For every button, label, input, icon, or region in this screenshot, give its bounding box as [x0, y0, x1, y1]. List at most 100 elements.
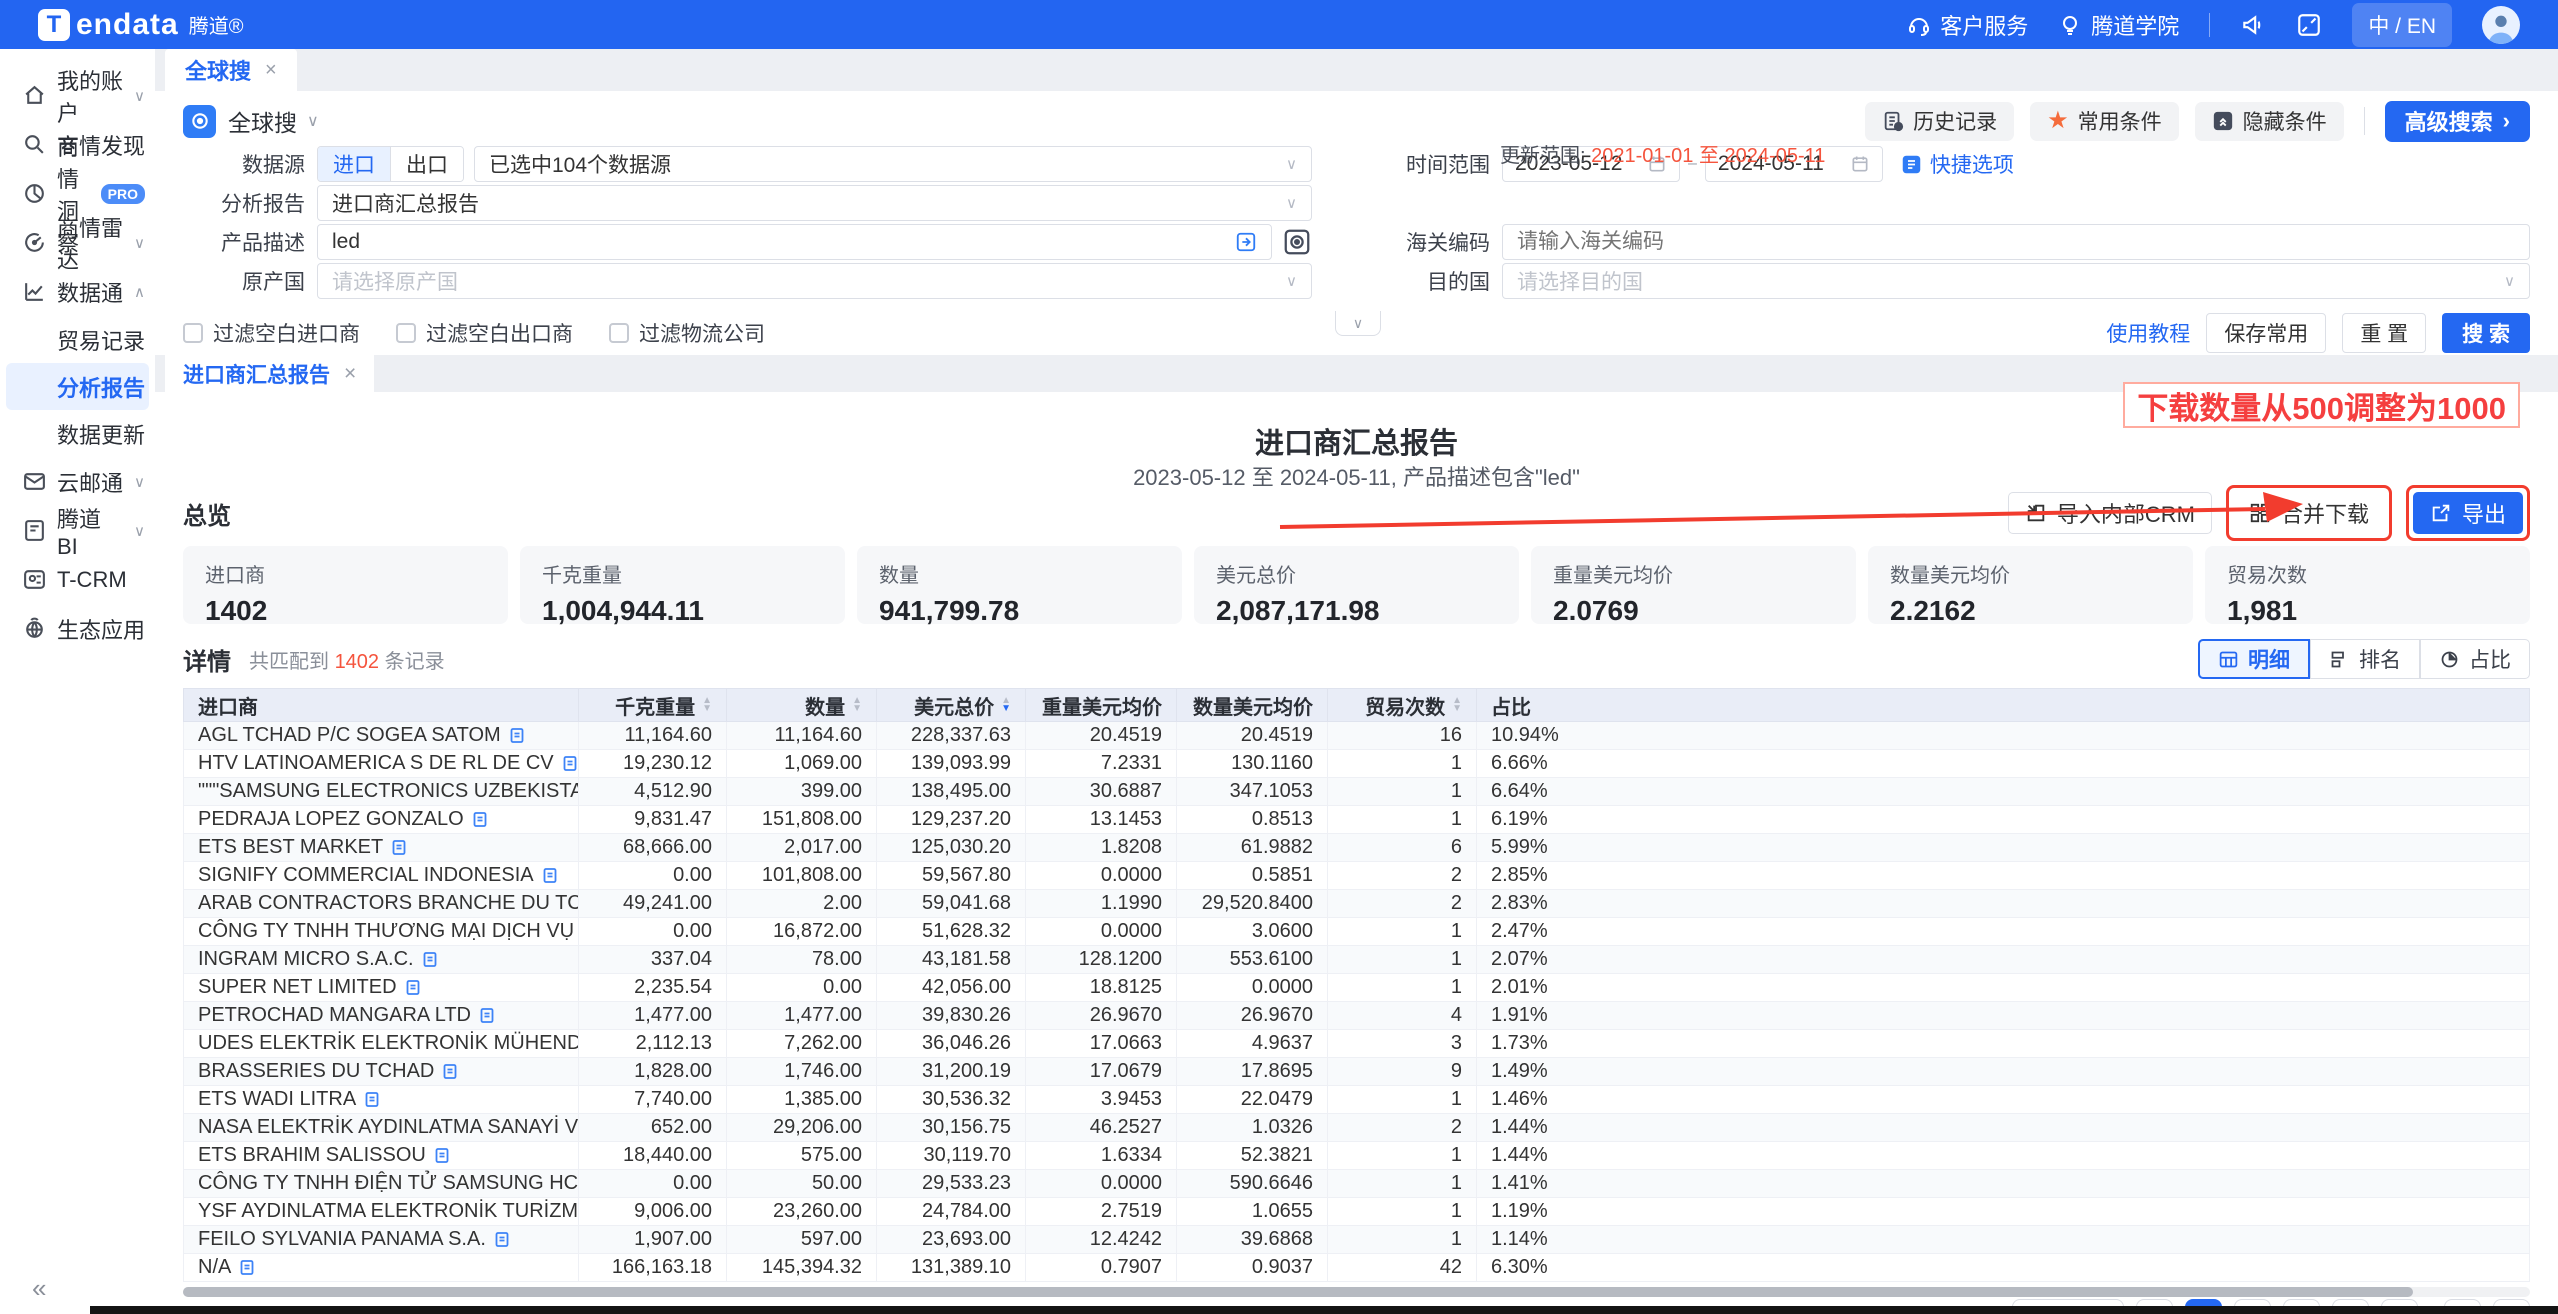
- view-rank-button[interactable]: 排名: [2310, 639, 2420, 679]
- table-row[interactable]: CÔNG TY TNHH ĐIỆN TỬ SAMSUNG HCMC CE COM…: [184, 1170, 2530, 1198]
- fullscreen-icon[interactable]: [2296, 12, 2322, 38]
- table-row[interactable]: BRASSERIES DU TCHAD 1,828.00 1,746.00 31…: [184, 1058, 2530, 1086]
- table-row[interactable]: CÔNG TY TNHH THƯƠNG MẠI DỊCH VỤ ĐIỆN MẠN…: [184, 918, 2530, 946]
- import-toggle[interactable]: 进口: [318, 147, 390, 181]
- product-desc-input[interactable]: [332, 230, 1235, 254]
- importer-name-cell[interactable]: FEILO SYLVANIA PANAMA S.A.: [184, 1226, 579, 1254]
- sidebar-item-data-update[interactable]: 数据更新: [0, 410, 155, 457]
- module-icon[interactable]: [183, 105, 216, 138]
- table-row[interactable]: SIGNIFY COMMERCIAL INDONESIA 0.00 101,80…: [184, 862, 2530, 890]
- sort-icon[interactable]: ▲▼: [852, 697, 862, 713]
- advanced-search-button[interactable]: 高级搜索›: [2385, 101, 2530, 142]
- module-selector[interactable]: 全球搜: [228, 104, 297, 138]
- importer-name-cell[interactable]: UDES ELEKTRİK ELEKTRONİK MÜHENDİSLİK SAN…: [184, 1030, 579, 1058]
- importer-name-cell[interactable]: YSF AYDINLATMA ELEKTRONİK TURİZM SANAYİ …: [184, 1198, 579, 1226]
- importer-name-cell[interactable]: SUPER NET LIMITED: [184, 974, 579, 1002]
- filter-checkbox[interactable]: 过滤空白进口商: [183, 318, 360, 348]
- sidebar-item-tcrm[interactable]: T-CRM: [0, 555, 155, 604]
- company-profile-icon[interactable]: [494, 1231, 510, 1248]
- company-profile-icon[interactable]: [562, 755, 578, 772]
- company-profile-icon[interactable]: [391, 839, 407, 856]
- input-expand-icon[interactable]: [1235, 231, 1257, 253]
- tendata-logo[interactable]: T endata 腾道®: [38, 8, 243, 42]
- importer-name-cell[interactable]: ARAB CONTRACTORS BRANCHE DU TCHAD: [184, 890, 579, 918]
- table-row[interactable]: PEDRAJA LOPEZ GONZALO 9,831.47 151,808.0…: [184, 806, 2530, 834]
- tab-global-search[interactable]: 全球搜 ×: [165, 49, 297, 91]
- hs-code-input[interactable]: [1517, 230, 2515, 254]
- language-switcher[interactable]: 中 / EN: [2352, 3, 2452, 47]
- company-profile-icon[interactable]: [434, 1147, 450, 1164]
- datasource-select[interactable]: 已选中104个数据源 ∨: [474, 146, 1312, 182]
- search-button[interactable]: 搜 索: [2442, 313, 2530, 353]
- company-profile-icon[interactable]: [472, 811, 488, 828]
- history-button[interactable]: 历史记录: [1865, 102, 2014, 141]
- checkbox-icon[interactable]: [609, 323, 629, 343]
- tutorial-link[interactable]: 使用教程: [2106, 318, 2190, 348]
- company-profile-icon[interactable]: [442, 1063, 458, 1080]
- horizontal-scrollbar[interactable]: [183, 1287, 2530, 1297]
- sidebar-item-analysis-report[interactable]: 分析报告: [6, 363, 149, 410]
- favorite-conditions-button[interactable]: ★ 常用条件: [2030, 102, 2179, 141]
- table-row[interactable]: SUPER NET LIMITED 2,235.54 0.00 42,056.0…: [184, 974, 2530, 1002]
- filter-checkbox[interactable]: 过滤空白出口商: [396, 318, 573, 348]
- view-share-button[interactable]: 占比: [2420, 639, 2530, 679]
- table-row[interactable]: """SAMSUNG ELECTRONICS UZBEKISTAN"" mas`…: [184, 778, 2530, 806]
- sidebar-item-my-account[interactable]: 我的账户∨: [0, 71, 155, 120]
- table-row[interactable]: UDES ELEKTRİK ELEKTRONİK MÜHENDİSLİK SAN…: [184, 1030, 2530, 1058]
- table-row[interactable]: YSF AYDINLATMA ELEKTRONİK TURİZM SANAYİ …: [184, 1198, 2530, 1226]
- company-profile-icon[interactable]: [542, 867, 558, 884]
- sidebar-item-cloudmail[interactable]: 云邮通∨: [0, 457, 155, 506]
- save-favorite-button[interactable]: 保存常用: [2206, 313, 2326, 353]
- company-profile-icon[interactable]: [422, 951, 438, 968]
- image-search-icon[interactable]: [1282, 227, 1312, 257]
- importer-name-cell[interactable]: """SAMSUNG ELECTRONICS UZBEKISTAN"" mas`…: [184, 778, 579, 806]
- sort-icon-active[interactable]: ▲▼: [1001, 697, 1011, 713]
- importer-name-cell[interactable]: ETS BEST MARKET: [184, 834, 579, 862]
- company-profile-icon[interactable]: [405, 979, 421, 996]
- academy-link[interactable]: 腾道学院: [2058, 9, 2179, 41]
- close-icon[interactable]: ×: [265, 59, 277, 82]
- importer-name-cell[interactable]: PETROCHAD MANGARA LTD: [184, 1002, 579, 1030]
- table-row[interactable]: ETS WADI LITRA 7,740.00 1,385.00 30,536.…: [184, 1086, 2530, 1114]
- table-row[interactable]: INGRAM MICRO S.A.C. 337.04 78.00 43,181.…: [184, 946, 2530, 974]
- sidebar-item-eco-apps[interactable]: 生态应用: [0, 604, 155, 653]
- quick-options-link[interactable]: 快捷选项: [1901, 149, 2014, 179]
- table-row[interactable]: HTV LATINOAMERICA S DE RL DE CV 19,230.1…: [184, 750, 2530, 778]
- filter-checkbox[interactable]: 过滤物流公司: [609, 318, 765, 348]
- importer-name-cell[interactable]: INGRAM MICRO S.A.C.: [184, 946, 579, 974]
- sidebar-item-bi[interactable]: 腾道 BI∨: [0, 506, 155, 555]
- megaphone-icon[interactable]: [2240, 12, 2266, 38]
- fold-panel-button[interactable]: ∨: [1335, 311, 1381, 336]
- export-toggle[interactable]: 出口: [390, 147, 463, 181]
- customer-service-link[interactable]: 客户服务: [1907, 9, 2028, 41]
- importer-name-cell[interactable]: SIGNIFY COMMERCIAL INDONESIA: [184, 862, 579, 890]
- origin-country-select[interactable]: 请选择原产国 ∨: [317, 263, 1312, 299]
- report-type-select[interactable]: 进口商汇总报告 ∨: [317, 185, 1312, 221]
- sidebar-item-trade-records[interactable]: 贸易记录: [0, 316, 155, 363]
- sort-icon[interactable]: ▲▼: [702, 697, 712, 713]
- importer-name-cell[interactable]: ETS BRAHIM SALISSOU: [184, 1142, 579, 1170]
- checkbox-icon[interactable]: [183, 323, 203, 343]
- table-row[interactable]: NASA ELEKTRİK AYDINLATMA SANAYİ VE TİCAR…: [184, 1114, 2530, 1142]
- table-row[interactable]: FEILO SYLVANIA PANAMA S.A. 1,907.00 597.…: [184, 1226, 2530, 1254]
- sort-icon[interactable]: ▲▼: [1452, 697, 1462, 713]
- table-row[interactable]: N/A 166,163.18 145,394.32 131,389.10 0.7…: [184, 1254, 2530, 1282]
- scrollbar-thumb[interactable]: [183, 1287, 2413, 1297]
- importer-name-cell[interactable]: HTV LATINOAMERICA S DE RL DE CV: [184, 750, 579, 778]
- sidebar-item-radar[interactable]: 商情雷达∨: [0, 218, 155, 267]
- export-button[interactable]: 导出: [2413, 492, 2523, 534]
- importer-name-cell[interactable]: AGL TCHAD P/C SOGEA SATOM: [184, 722, 579, 750]
- company-profile-icon[interactable]: [509, 727, 525, 744]
- table-row[interactable]: AGL TCHAD P/C SOGEA SATOM 11,164.60 11,1…: [184, 722, 2530, 750]
- view-detail-button[interactable]: 明细: [2198, 639, 2310, 679]
- merge-download-button[interactable]: 合并下载: [2233, 492, 2385, 534]
- importer-name-cell[interactable]: N/A: [184, 1254, 579, 1282]
- sidebar-collapse-icon[interactable]: «: [32, 1273, 46, 1304]
- import-crm-button[interactable]: 导入内部CRM: [2008, 492, 2212, 534]
- importer-name-cell[interactable]: CÔNG TY TNHH ĐIỆN TỬ SAMSUNG HCMC CE COM…: [184, 1170, 579, 1198]
- reset-button[interactable]: 重 置: [2342, 313, 2426, 353]
- tab-importer-summary-report[interactable]: 进口商汇总报告 ×: [165, 355, 374, 392]
- hide-conditions-button[interactable]: 隐藏条件: [2195, 102, 2344, 141]
- importer-name-cell[interactable]: CÔNG TY TNHH THƯƠNG MẠI DỊCH VỤ ĐIỆN MẠN…: [184, 918, 579, 946]
- importer-name-cell[interactable]: PEDRAJA LOPEZ GONZALO: [184, 806, 579, 834]
